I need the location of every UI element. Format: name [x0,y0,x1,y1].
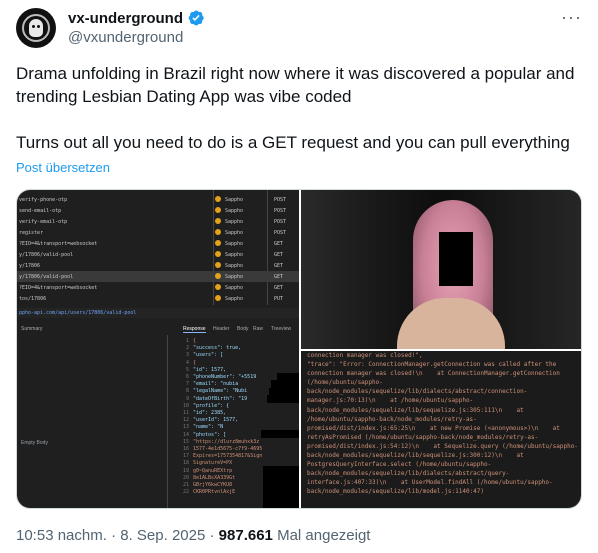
network-row: verify-phone-otp Sappho POST [17,194,299,205]
author-handle[interactable]: @vxunderground [68,29,183,46]
request-initiator: Sappho [225,252,244,258]
sappho-icon [215,251,221,257]
avatar-face [29,19,43,37]
request-method: POST [274,208,287,214]
views-label: Mal angezeigt [277,527,371,544]
post-time[interactable]: 10:53 nachm. [16,527,107,544]
tab-header: Header [213,326,230,332]
network-row: tos/17806 Sappho PUT [17,293,299,304]
request-url: ppho-api.com/api/users/17806/valid-pool [17,308,299,318]
pane-divider [167,335,168,508]
sappho-icon [215,273,221,279]
redaction-bar [267,395,299,403]
request-name: verify-email-otp [19,219,68,225]
name-row: vx-underground [68,9,205,27]
line-numbers: 1 2 3 4 5 6 7 8 9 10 11 12 13 14 15 16 17 18 19 20 21 22 [182,338,189,496]
sappho-icon [215,207,221,213]
request-name: register [19,230,44,236]
tab-summary: Summary [21,326,43,332]
request-method: GET [274,285,284,291]
request-name: y/17806 [19,263,41,269]
code-line: "success": true, [193,345,242,352]
request-name: ?EIO=4&transport=websocket [19,241,98,247]
request-name: ?EIO=4&transport=websocket [19,285,98,291]
network-row: ?EIO=4&transport=websocket Sappho GET [17,238,299,249]
views-count: 987.661 [218,527,273,544]
code-line: "userId": 1577, [193,417,239,424]
inspector-tabs: Summary Response Header Body Raw Treevie… [17,323,299,334]
media-error-log[interactable]: connection manager was closed!", "trace"… [301,351,581,508]
tweet-paragraph: Drama unfolding in Brazil right now wher… [16,64,575,106]
request-initiator: Sappho [225,208,244,214]
network-row: send-email-otp Sappho POST [17,205,299,216]
request-method: POST [274,197,287,203]
request-initiator: Sappho [225,296,244,302]
request-initiator: Sappho [225,263,244,269]
request-name: y/17806/valid-pool [19,274,74,280]
redaction-bar [271,380,299,388]
code-line: { [193,338,197,344]
request-method: POST [274,230,287,236]
request-initiator: Sappho [225,230,244,236]
request-name: send-email-otp [19,208,62,214]
request-name: verify-phone-otp [19,197,68,203]
media-grid: verify-phone-otp Sappho POST send-email-ot… [16,189,582,509]
request-method: GET [274,274,284,280]
media-photo[interactable] [301,190,581,349]
request-method: POST [274,219,287,225]
separator: · [111,527,117,544]
tab-response: Response [183,326,206,333]
tab-raw: Raw [253,326,264,332]
sappho-icon [215,284,221,290]
tweet-paragraph: Turns out all you need to do is a GET re… [16,133,570,152]
sappho-icon [215,262,221,268]
code-line: { [193,359,197,366]
sappho-icon [215,196,221,202]
redaction-bar [261,430,299,438]
sappho-icon [215,240,221,246]
network-row: y/17806 Sappho GET [17,260,299,271]
separator: · [209,527,215,544]
code-line: Expires=1757354817&Sign [193,453,263,460]
request-name: y/17806/valid-pool [19,252,74,258]
network-row: y/17806/valid-pool Sappho GET [17,249,299,260]
code-line: "https://dlurz8muhxk3z [193,438,260,445]
verified-badge-icon [188,10,204,26]
request-initiator: Sappho [225,197,244,203]
request-method: GET [274,252,284,258]
code-line: "profile": { [193,402,230,409]
request-method: GET [274,263,284,269]
request-initiator: Sappho [225,285,244,291]
sappho-icon [215,295,221,301]
code-line: "id": 2385, [193,410,227,417]
request-initiator: Sappho [225,274,244,280]
network-row: verify-email-otp Sappho POST [17,216,299,227]
translate-link[interactable]: Post übersetzen [16,160,110,175]
redaction-bar [263,466,299,508]
request-method: GET [274,241,284,247]
request-initiator: Sappho [225,219,244,225]
request-method: PUT [274,296,284,302]
sappho-icon [215,229,221,235]
tweet-footer: 10:53 nachm. · 8. Sep. 2025 · 987.661 Ma… [16,527,370,544]
empty-body-label: Empty Body [21,440,48,446]
media-devtools-screenshot[interactable]: verify-phone-otp Sappho POST send-email-ot… [17,190,299,508]
code-line: "users": [ [193,352,224,359]
network-row: register Sappho POST [17,227,299,238]
code-line: 1577-4e1d5675-c7f9-4695 [193,446,263,453]
network-row-selected: y/17806/valid-pool Sappho GET [17,271,299,282]
network-row: ?EIO=4&transport=websocket Sappho GET [17,282,299,293]
post-date[interactable]: 8. Sep. 2025 [120,527,205,544]
tab-body: Body [237,326,249,332]
sappho-icon [215,218,221,224]
request-name: tos/17806 [19,296,47,302]
tweet-header: vx-underground @vxunderground ··· [16,8,582,48]
face-redaction [439,232,473,286]
avatar[interactable] [16,8,56,48]
tab-treeview: Treeview [271,326,292,332]
more-icon[interactable]: ··· [561,8,582,26]
error-log-text: connection manager was closed!", "trace"… [307,352,578,496]
author-display-name[interactable]: vx-underground [68,10,183,27]
request-initiator: Sappho [225,241,244,247]
